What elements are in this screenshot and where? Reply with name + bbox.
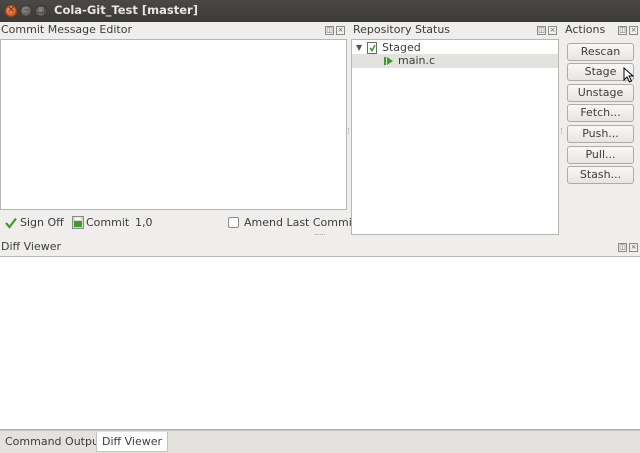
expand-arrow-icon[interactable]: ▼ [356, 41, 362, 55]
sign-off-button[interactable]: Sign Off [20, 216, 64, 230]
actions-float-icon[interactable]: ◫ [618, 26, 627, 35]
commit-editor-close-icon[interactable]: × [336, 26, 345, 35]
staged-file-icon [384, 57, 393, 65]
window-title: Cola-Git_Test [master] [54, 3, 198, 17]
unstage-button[interactable]: Unstage [567, 84, 634, 102]
actions-title: Actions [565, 23, 606, 36]
commit-icon [72, 216, 84, 229]
vertical-splitter-handle[interactable] [348, 128, 350, 134]
window-minimize-button[interactable]: – [20, 5, 32, 17]
bottom-tab-bar: Command Output Diff Viewer [0, 430, 640, 453]
tree-file-label: main.c [398, 54, 436, 67]
minimize-icon: – [23, 5, 29, 15]
pull-button[interactable]: Pull... [567, 146, 634, 164]
window-titlebar[interactable]: × – □ Cola-Git_Test [master] [0, 0, 640, 22]
tab-diff-viewer[interactable]: Diff Viewer [96, 432, 168, 452]
repo-status-float-icon[interactable]: ◫ [537, 26, 546, 35]
close-icon: × [7, 5, 15, 15]
horizontal-splitter-handle[interactable] [315, 234, 325, 236]
tree-group-label: Staged [382, 41, 421, 54]
actions-close-icon[interactable]: × [629, 26, 638, 35]
staged-folder-icon [367, 42, 377, 54]
repo-status-tree[interactable]: ▼ Staged main.c [351, 39, 559, 235]
mouse-cursor-icon [623, 67, 634, 83]
commit-editor-float-icon[interactable]: ◫ [325, 26, 334, 35]
commit-editor-title: Commit Message Editor [1, 23, 132, 36]
tree-group-staged[interactable]: ▼ Staged [352, 41, 558, 55]
maximize-icon: □ [36, 5, 46, 15]
actions-splitter-handle[interactable] [561, 128, 563, 134]
window-close-button[interactable]: × [5, 5, 17, 17]
tab-command-output[interactable]: Command Output [0, 432, 108, 452]
window-maximize-button[interactable]: □ [35, 5, 47, 17]
stash-button[interactable]: Stash... [567, 166, 634, 184]
repo-status-title: Repository Status [353, 23, 451, 36]
cursor-position: 1,0 [135, 216, 153, 229]
diff-viewer-text[interactable] [0, 256, 640, 430]
repo-status-close-icon[interactable]: × [548, 26, 557, 35]
rescan-button[interactable]: Rescan [567, 43, 634, 61]
commit-message-textarea[interactable] [0, 39, 347, 210]
fetch-button[interactable]: Fetch... [567, 104, 634, 122]
amend-checkbox[interactable] [228, 217, 239, 228]
amend-label[interactable]: Amend Last Commit [244, 216, 356, 230]
diff-viewer-title: Diff Viewer [1, 240, 61, 253]
push-button[interactable]: Push... [567, 125, 634, 143]
tree-file-row[interactable]: main.c [352, 54, 558, 68]
commit-button[interactable]: Commit [86, 216, 129, 230]
checkmark-icon [5, 217, 17, 229]
diff-viewer-close-icon[interactable]: × [629, 243, 638, 252]
diff-viewer-float-icon[interactable]: ◫ [618, 243, 627, 252]
